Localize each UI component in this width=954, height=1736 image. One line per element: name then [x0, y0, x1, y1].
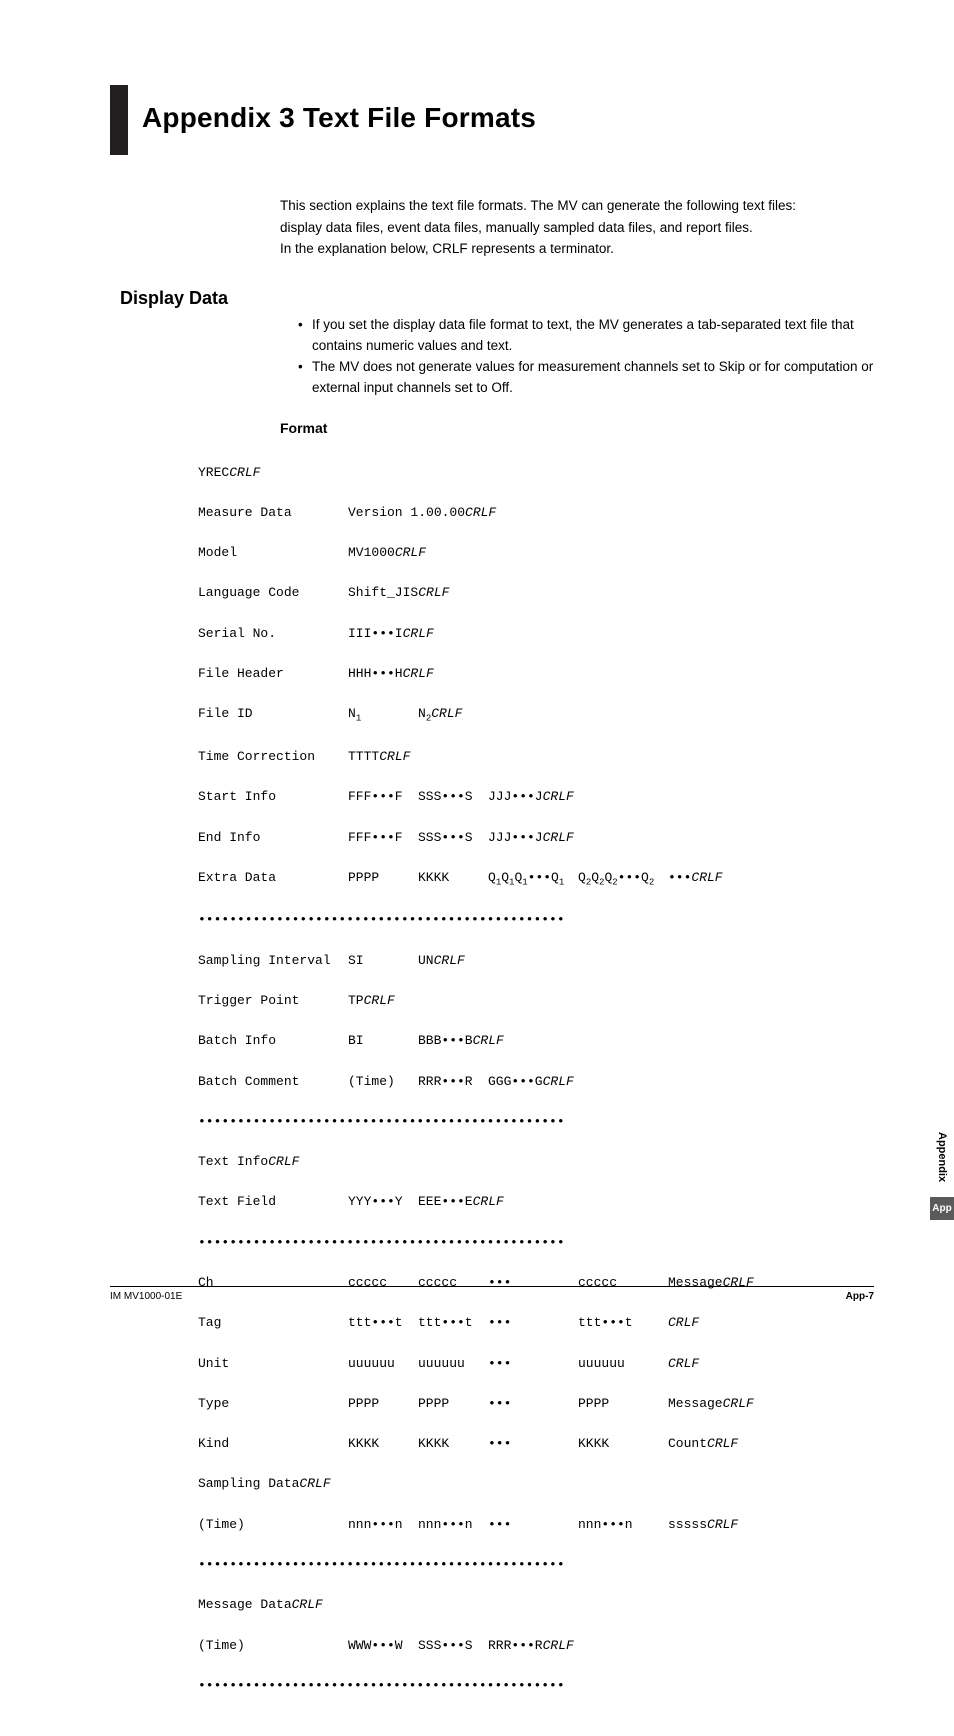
crlf: CRLF: [431, 706, 462, 721]
crlf: CRLF: [395, 545, 426, 560]
bullet-text: If you set the display data file format …: [312, 315, 874, 357]
fmt-row: File IDN1N2CRLF: [198, 704, 874, 727]
subsection-heading: Format: [280, 420, 874, 436]
fmt-row: (Time)nnn•••nnnn•••n•••nnn•••nsssssCRLF: [198, 1515, 874, 1535]
crlf: CRLF: [543, 1638, 574, 1653]
side-box: App: [930, 1197, 954, 1220]
fmt-row: Time CorrectionTTTTCRLF: [198, 747, 874, 767]
fmt-row: Batch Comment(Time)RRR•••RGGG•••GCRLF: [198, 1072, 874, 1092]
intro-line: This section explains the text file form…: [280, 195, 874, 217]
crlf: CRLF: [668, 1356, 699, 1371]
fmt-row: Unituuuuuuuuuuuu•••uuuuuuCRLF: [198, 1354, 874, 1374]
footer-right: App-7: [846, 1291, 874, 1302]
fmt-row: Text InfoCRLF: [198, 1152, 874, 1172]
bullet-text: The MV does not generate values for meas…: [312, 357, 874, 399]
crlf: CRLF: [229, 465, 260, 480]
crlf: CRLF: [299, 1476, 330, 1491]
heading-text: Appendix 3 Text File Formats: [142, 100, 536, 155]
fmt-row: Batch InfoBIBBB•••BCRLF: [198, 1031, 874, 1051]
format-block: YRECCRLF Measure DataVersion 1.00.00CRLF…: [198, 442, 874, 1736]
bullet-item: • The MV does not generate values for me…: [298, 357, 874, 399]
fmt-row: Serial No.III•••ICRLF: [198, 624, 874, 644]
fmt-row: Sampling DataCRLF: [198, 1474, 874, 1494]
footer-left: IM MV1000-01E: [110, 1291, 182, 1302]
crlf: CRLF: [691, 870, 722, 885]
crlf: CRLF: [543, 789, 574, 804]
crlf: CRLF: [723, 1396, 754, 1411]
fmt-row: Tagttt•••tttt•••t•••ttt•••tCRLF: [198, 1313, 874, 1333]
fmt-row: ModelMV1000CRLF: [198, 543, 874, 563]
intro-paragraph: This section explains the text file form…: [280, 195, 874, 260]
fmt-row: Measure DataVersion 1.00.00CRLF: [198, 503, 874, 523]
bullet-dot: •: [298, 357, 312, 399]
fmt-row: Sampling IntervalSIUNCRLF: [198, 951, 874, 971]
fmt-row: TypePPPPPPPP•••PPPPMessageCRLF: [198, 1394, 874, 1414]
fmt-sep: ••••••••••••••••••••••••••••••••••••••••…: [198, 1555, 874, 1575]
crlf: CRLF: [403, 626, 434, 641]
fmt-row: KindKKKKKKKK•••KKKKCountCRLF: [198, 1434, 874, 1454]
crlf: CRLF: [268, 1154, 299, 1169]
fmt-row: End InfoFFF•••FSSS•••SJJJ•••JCRLF: [198, 828, 874, 848]
crlf: CRLF: [473, 1033, 504, 1048]
crlf: CRLF: [707, 1436, 738, 1451]
page-footer: IM MV1000-01E App-7: [110, 1286, 874, 1302]
crlf: CRLF: [473, 1194, 504, 1209]
fmt-row: Extra DataPPPPKKKKQ1Q1Q1•••Q1Q2Q2Q2•••Q2…: [198, 868, 874, 891]
crlf: CRLF: [403, 666, 434, 681]
fmt-sep: ••••••••••••••••••••••••••••••••••••••••…: [198, 1676, 874, 1696]
heading-bar: [110, 85, 128, 155]
fmt-row: Start InfoFFF•••FSSS•••SJJJ•••JCRLF: [198, 787, 874, 807]
fmt-row: Language CodeShift_JISCRLF: [198, 583, 874, 603]
fmt-row: Trigger PointTPCRLF: [198, 991, 874, 1011]
section-heading: Display Data: [120, 288, 874, 309]
fmt-row: Message DataCRLF: [198, 1595, 874, 1615]
page-heading: Appendix 3 Text File Formats: [110, 100, 874, 155]
intro-line: display data files, event data files, ma…: [280, 217, 874, 239]
fmt-row: Text FieldYYY•••YEEE•••ECRLF: [198, 1192, 874, 1212]
crlf: CRLF: [707, 1517, 738, 1532]
fmt-row: YRECCRLF: [198, 463, 874, 483]
crlf: CRLF: [434, 953, 465, 968]
bullet-item: • If you set the display data file forma…: [298, 315, 874, 357]
fmt-row: File HeaderHHH•••HCRLF: [198, 664, 874, 684]
intro-line: In the explanation below, CRLF represent…: [280, 238, 874, 260]
fmt-row: (Time)WWW•••WSSS•••SRRR•••RCRLF: [198, 1636, 874, 1656]
crlf: CRLF: [292, 1597, 323, 1612]
fmt-sep: ••••••••••••••••••••••••••••••••••••••••…: [198, 910, 874, 930]
bullet-dot: •: [298, 315, 312, 357]
subscript: 1: [356, 714, 361, 724]
fmt-sep: ••••••••••••••••••••••••••••••••••••••••…: [198, 1112, 874, 1132]
crlf: CRLF: [465, 505, 496, 520]
fmt-sep: ••••••••••••••••••••••••••••••••••••••••…: [198, 1233, 874, 1253]
side-label: Appendix: [936, 1126, 948, 1192]
crlf: CRLF: [379, 749, 410, 764]
crlf: CRLF: [418, 585, 449, 600]
bullet-list: • If you set the display data file forma…: [298, 315, 874, 399]
crlf: CRLF: [543, 830, 574, 845]
crlf: CRLF: [364, 993, 395, 1008]
crlf: CRLF: [543, 1074, 574, 1089]
side-tab: Appendix App: [930, 1126, 954, 1220]
crlf: CRLF: [668, 1315, 699, 1330]
